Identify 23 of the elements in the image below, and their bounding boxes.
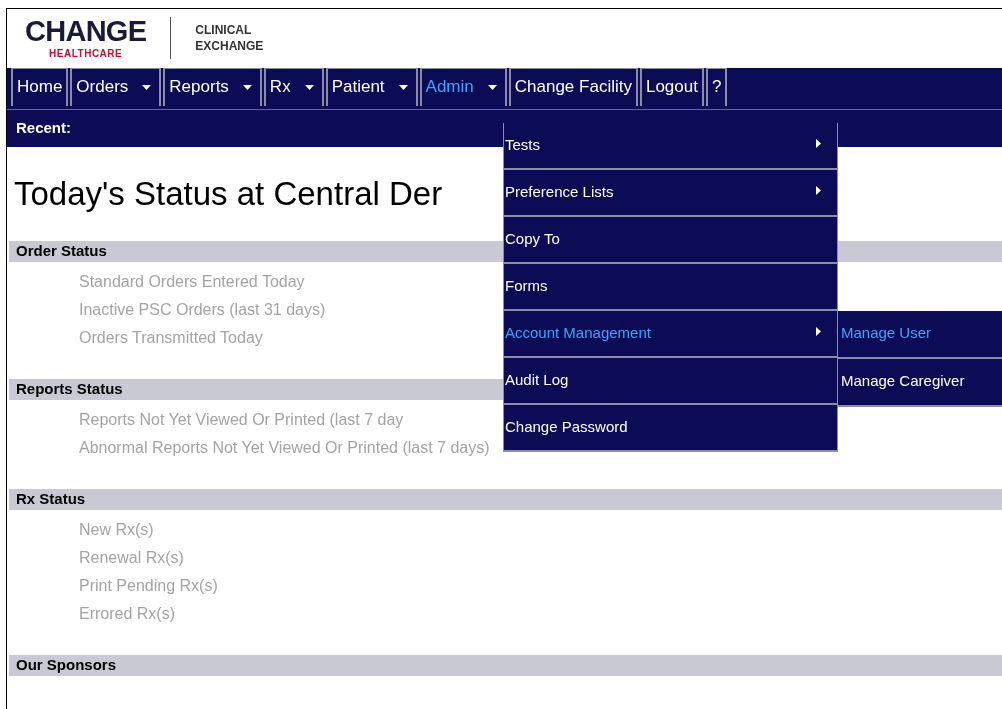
nav-tab[interactable]: Admin: [419, 67, 507, 106]
product-name: CLINICAL EXCHANGE: [195, 22, 264, 55]
section-header: Our Sponsors: [9, 655, 1002, 676]
nav-tab[interactable]: Logout: [639, 67, 704, 106]
nav-tab[interactable]: Rx: [263, 67, 324, 106]
menu-item[interactable]: Forms: [504, 264, 837, 311]
menu-item[interactable]: Audit Log: [504, 358, 837, 405]
menu-item[interactable]: Tests: [504, 123, 837, 170]
nav-tab[interactable]: Home: [11, 67, 69, 106]
menu-item[interactable]: Account Management: [504, 311, 837, 358]
menu-item[interactable]: Preference Lists: [504, 170, 837, 217]
nav-tab[interactable]: Change Facility: [508, 67, 638, 106]
nav-tab[interactable]: Reports: [163, 67, 262, 106]
recent-label: Recent:: [16, 118, 71, 139]
nav-tab[interactable]: Orders: [70, 67, 162, 106]
menu-item[interactable]: Copy To: [504, 217, 837, 264]
nav-tab[interactable]: ?: [705, 67, 728, 106]
menu-item[interactable]: Manage User: [838, 311, 1002, 359]
menu-item[interactable]: Change Password: [504, 405, 837, 452]
nav-tab[interactable]: Patient: [325, 67, 418, 106]
page-title: Today's Status at Central Der: [14, 174, 443, 215]
company-logo: CHANGE HEALTHCARE: [25, 17, 147, 60]
section-header: Rx Status: [9, 489, 1002, 510]
